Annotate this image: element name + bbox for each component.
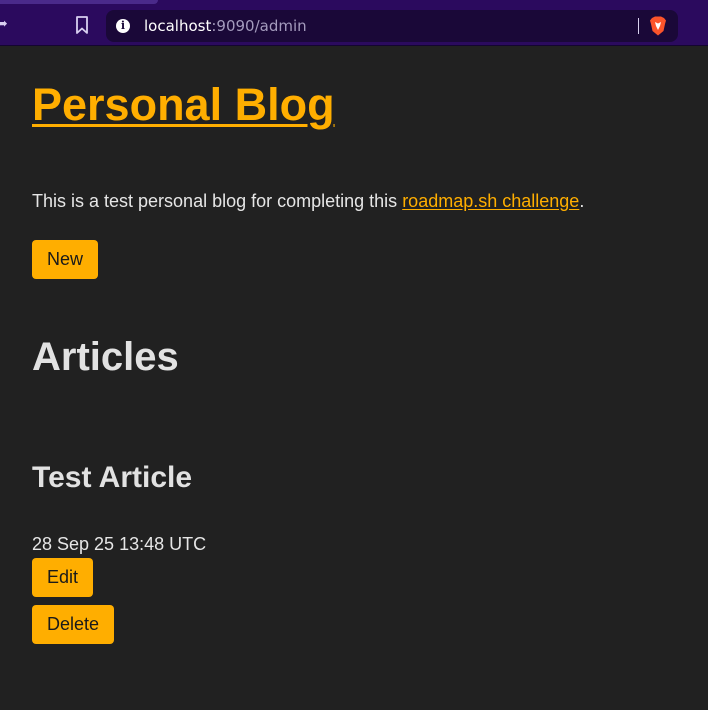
url-path: :9090/admin	[211, 17, 307, 35]
bookmark-icon[interactable]	[75, 16, 89, 34]
intro-text: This is a test personal blog for complet…	[32, 191, 403, 211]
url-text[interactable]: localhost:9090/admin	[144, 18, 307, 34]
site-info-icon[interactable]: i	[116, 19, 130, 33]
url-divider	[638, 18, 639, 34]
edit-article-button[interactable]: Edit	[32, 558, 94, 597]
browser-toolbar: ➦ i localhost:9090/admin	[0, 0, 708, 46]
articles-heading: Articles	[32, 335, 179, 379]
address-bar[interactable]: i localhost:9090/admin	[106, 10, 678, 42]
url-host: localhost	[144, 17, 212, 35]
roadmap-link[interactable]: roadmap.sh challenge	[402, 191, 579, 211]
active-tab[interactable]	[0, 0, 158, 4]
brave-shield-icon[interactable]	[649, 16, 667, 36]
new-article-button[interactable]: New	[32, 240, 99, 279]
article-date: 28 Sep 25 13:48 UTC	[32, 534, 207, 554]
site-title-link[interactable]: Personal Blog	[32, 78, 335, 132]
intro-end: .	[579, 191, 585, 211]
intro-paragraph: This is a test personal blog for complet…	[32, 190, 584, 212]
back-arrow-icon[interactable]: ➦	[0, 15, 8, 31]
delete-article-button[interactable]: Delete	[32, 605, 115, 644]
article-title: Test Article	[32, 461, 193, 494]
